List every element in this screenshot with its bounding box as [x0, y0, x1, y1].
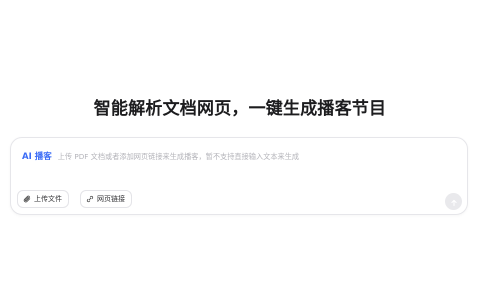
arrow-up-icon — [450, 192, 458, 211]
send-button[interactable] — [445, 193, 462, 210]
web-link-button[interactable]: 网页链接 — [80, 190, 132, 208]
paperclip-icon — [23, 195, 31, 203]
prompt-input[interactable] — [57, 149, 455, 163]
mode-tag[interactable]: AI 播客 — [22, 150, 52, 162]
page: 智能解析文档网页，一键生成播客节目 AI 播客 上传文件 网页链接 — [0, 0, 480, 300]
link-icon — [86, 195, 94, 203]
podcast-composer: AI 播客 上传文件 网页链接 — [10, 137, 468, 215]
upload-file-button[interactable]: 上传文件 — [17, 190, 69, 208]
web-link-label: 网页链接 — [97, 195, 125, 203]
upload-file-label: 上传文件 — [34, 195, 62, 203]
page-title: 智能解析文档网页，一键生成播客节目 — [93, 99, 387, 119]
prompt-row: AI 播客 — [22, 149, 455, 163]
